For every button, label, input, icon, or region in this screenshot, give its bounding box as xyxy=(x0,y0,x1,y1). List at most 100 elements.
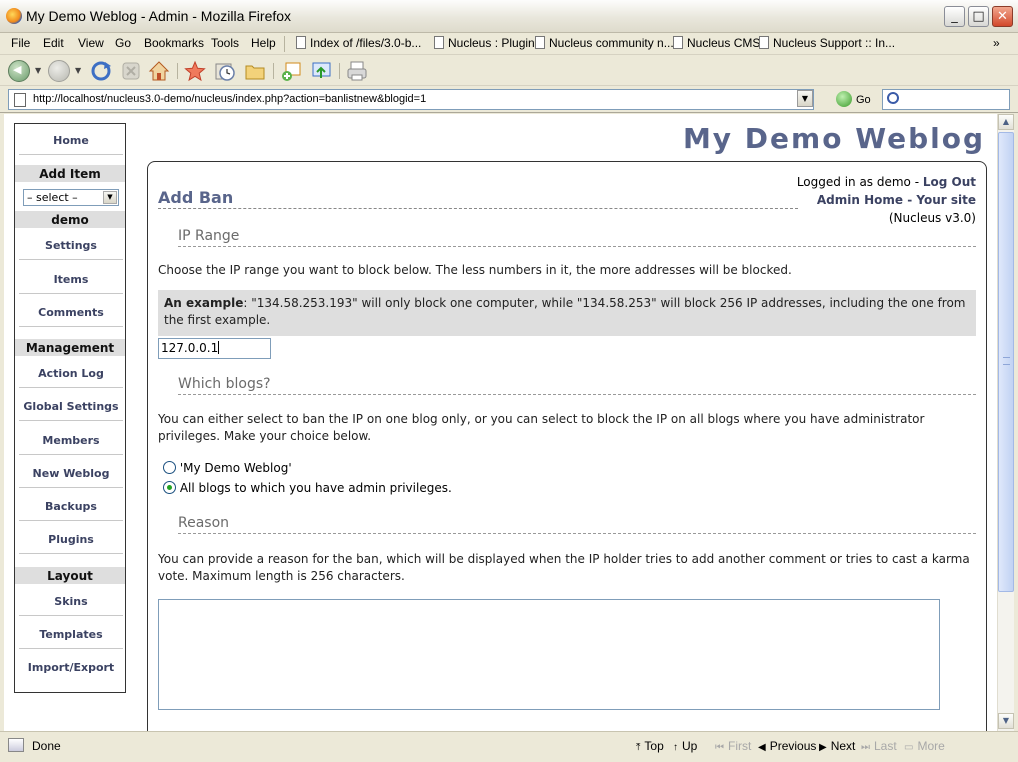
find-next-button[interactable]: ▶ Next xyxy=(819,739,855,753)
menu-go[interactable]: Go xyxy=(115,36,131,50)
forward-icon[interactable] xyxy=(48,60,70,82)
page-icon xyxy=(673,36,683,49)
logout-link[interactable]: Log Out xyxy=(923,175,976,189)
page-icon xyxy=(434,36,444,49)
sidebar-item-skins[interactable]: Skins xyxy=(19,588,123,616)
bookmarks-overflow-button[interactable]: » xyxy=(993,36,1000,50)
stop-icon[interactable] xyxy=(120,60,142,82)
section-ip-range-heading: IP Range xyxy=(178,228,976,247)
bookmark-nucleus-cms[interactable]: Nucleus CMS xyxy=(673,36,760,50)
go-button[interactable]: Go xyxy=(836,91,871,107)
admin-sidebar: Home Add Item – select – ▼ demo Settings… xyxy=(14,123,126,693)
sidebar-item-templates[interactable]: Templates xyxy=(19,621,123,649)
vertical-scrollbar[interactable]: ▲ ▼ xyxy=(997,114,1014,731)
sidebar-item-action-log[interactable]: Action Log xyxy=(19,360,123,388)
example-text: : "134.58.253.193" will only block one c… xyxy=(164,296,966,327)
which-blogs-description: You can either select to ban the IP on o… xyxy=(158,412,925,443)
search-input[interactable] xyxy=(882,89,1010,110)
new-tab-icon[interactable] xyxy=(310,60,332,82)
main-content: Logged in as demo - Log Out Admin Home -… xyxy=(147,161,987,731)
new-window-icon[interactable] xyxy=(280,60,302,82)
browser-viewport: Home Add Item – select – ▼ demo Settings… xyxy=(4,114,997,731)
ip-range-input[interactable]: 127.0.0.1 xyxy=(158,338,271,359)
menu-bookmarks[interactable]: Bookmarks xyxy=(144,36,204,50)
add-item-blog-select[interactable]: – select – ▼ xyxy=(23,189,119,206)
menu-help[interactable]: Help xyxy=(251,36,276,50)
sidebar-heading-layout: Layout xyxy=(15,567,125,585)
history-icon[interactable] xyxy=(214,60,236,82)
menu-file[interactable]: File xyxy=(11,36,30,50)
reason-textarea[interactable] xyxy=(158,599,940,710)
menu-edit[interactable]: Edit xyxy=(43,36,64,50)
folder-icon[interactable] xyxy=(244,60,266,82)
link-separator: - xyxy=(903,193,917,207)
window-title: My Demo Weblog - Admin - Mozilla Firefox xyxy=(26,8,292,24)
toolbar-separator xyxy=(339,63,340,79)
navigation-toolbar: ◀ ▼ ▼ xyxy=(0,56,1018,86)
last-icon: ⏭ xyxy=(861,742,870,753)
first-icon: ⏮ xyxy=(715,742,724,753)
menu-view[interactable]: View xyxy=(78,36,104,50)
section-reason-heading: Reason xyxy=(178,515,976,534)
next-icon: ▶ xyxy=(819,742,827,753)
menu-separator xyxy=(284,36,285,52)
sidebar-item-home[interactable]: Home xyxy=(19,127,123,155)
section-which-blogs-heading: Which blogs? xyxy=(178,376,976,395)
url-history-dropdown-icon[interactable]: ▼ xyxy=(797,90,813,107)
page-icon xyxy=(535,36,545,49)
bookmark-nucleus-community[interactable]: Nucleus community n... xyxy=(535,36,674,50)
find-top-button[interactable]: ⤒ Top xyxy=(636,739,664,753)
reload-icon[interactable] xyxy=(90,60,112,82)
bookmark-nucleus-plugin[interactable]: Nucleus : Plugin xyxy=(434,36,535,50)
radio-option-all-blogs[interactable]: All blogs to which you have admin privil… xyxy=(163,481,452,495)
your-site-link[interactable]: Your site xyxy=(916,193,976,207)
menu-tools[interactable]: Tools xyxy=(211,36,239,50)
minimize-button[interactable]: _ xyxy=(944,6,965,27)
example-label: An example xyxy=(164,296,244,310)
find-more-button[interactable]: ▭ More xyxy=(904,739,945,753)
sidebar-item-members[interactable]: Members xyxy=(19,427,123,455)
sidebar-item-plugins[interactable]: Plugins xyxy=(19,526,123,554)
find-up-button[interactable]: ↑ Up xyxy=(673,739,697,753)
radio-button-checked[interactable] xyxy=(163,481,176,494)
sidebar-item-global-settings[interactable]: Global Settings xyxy=(19,393,123,421)
folder-icon: ▭ xyxy=(904,742,914,753)
previous-icon: ◀ xyxy=(758,742,766,753)
maximize-button[interactable]: □ xyxy=(968,6,989,27)
arrow-top-icon: ⤒ xyxy=(636,742,641,753)
sidebar-item-comments[interactable]: Comments xyxy=(19,299,123,327)
sidebar-heading-add-item: Add Item xyxy=(15,165,125,183)
sidebar-item-new-weblog[interactable]: New Weblog xyxy=(19,460,123,488)
scroll-up-icon[interactable]: ▲ xyxy=(998,114,1014,130)
bookmark-nucleus-support[interactable]: Nucleus Support :: In... xyxy=(759,36,895,50)
find-first-button[interactable]: ⏮ First xyxy=(715,739,751,753)
print-icon[interactable] xyxy=(346,60,368,82)
sidebar-item-settings[interactable]: Settings xyxy=(19,232,123,260)
find-previous-button[interactable]: ◀ Previous xyxy=(758,739,816,753)
sidebar-item-items[interactable]: Items xyxy=(19,266,123,294)
close-button[interactable]: ✕ xyxy=(992,6,1013,27)
logged-in-label: Logged in as demo - xyxy=(796,175,923,189)
radio-option-one-blog[interactable]: 'My Demo Weblog' xyxy=(163,461,292,475)
login-info: Logged in as demo - Log Out Admin Home -… xyxy=(797,173,976,227)
bookmark-index-files[interactable]: Index of /files/3.0-b... xyxy=(296,36,421,50)
admin-home-link[interactable]: Admin Home xyxy=(817,193,903,207)
chevron-down-icon: ▼ xyxy=(103,191,117,204)
back-history-dropdown-icon[interactable]: ▼ xyxy=(35,66,41,75)
forward-history-dropdown-icon[interactable]: ▼ xyxy=(75,66,81,75)
sidebar-heading-management: Management xyxy=(15,339,125,357)
scrollbar-thumb[interactable] xyxy=(998,132,1014,592)
ip-range-description: Choose the IP range you want to block be… xyxy=(158,263,792,277)
scroll-down-icon[interactable]: ▼ xyxy=(998,713,1014,729)
sidebar-item-import-export[interactable]: Import/Export xyxy=(19,654,123,682)
url-input[interactable]: http://localhost/nucleus3.0-demo/nucleus… xyxy=(8,89,814,110)
status-text: Done xyxy=(32,739,61,753)
go-arrow-icon xyxy=(836,91,852,107)
radio-button[interactable] xyxy=(163,461,176,474)
find-last-button[interactable]: ⏭ Last xyxy=(861,739,897,753)
sidebar-item-backups[interactable]: Backups xyxy=(19,493,123,521)
reason-description: You can provide a reason for the ban, wh… xyxy=(158,552,970,583)
home-icon[interactable] xyxy=(148,60,170,82)
page-icon xyxy=(14,93,26,107)
bookmark-star-icon[interactable] xyxy=(184,60,206,82)
